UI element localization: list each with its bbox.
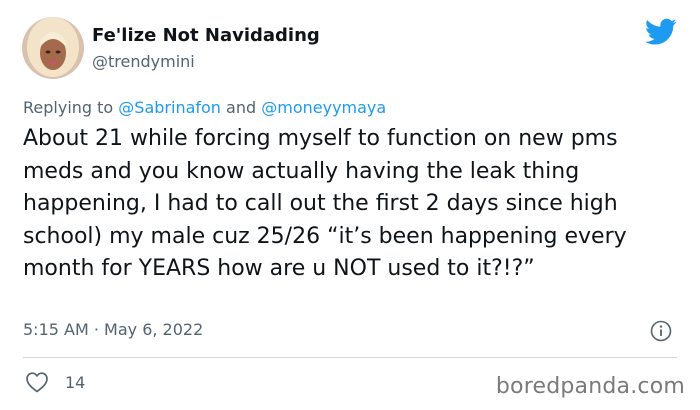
reply-prefix: Replying to [23,98,119,117]
avatar[interactable] [22,17,84,79]
info-icon[interactable] [650,320,672,342]
user-handle[interactable]: @trendymini [92,52,195,71]
tweet-timestamp[interactable]: 5:15 AM · May 6, 2022 [23,320,203,339]
display-name[interactable]: Fe'lize Not Navidading [92,25,320,46]
mention-link[interactable]: @Sabrinafon [118,98,221,117]
twitter-bird-icon [645,18,677,46]
watermark: boredpanda.com [495,374,685,399]
heart-icon[interactable] [25,371,49,393]
reply-joiner: and [220,98,262,117]
reply-context: Replying to @Sabrinafon and @moneyymaya [23,98,386,117]
divider [23,357,677,358]
like-count: 14 [65,373,86,392]
tweet-text: About 21 while forcing myself to functio… [23,126,627,281]
mention-link[interactable]: @moneyymaya [261,98,386,117]
